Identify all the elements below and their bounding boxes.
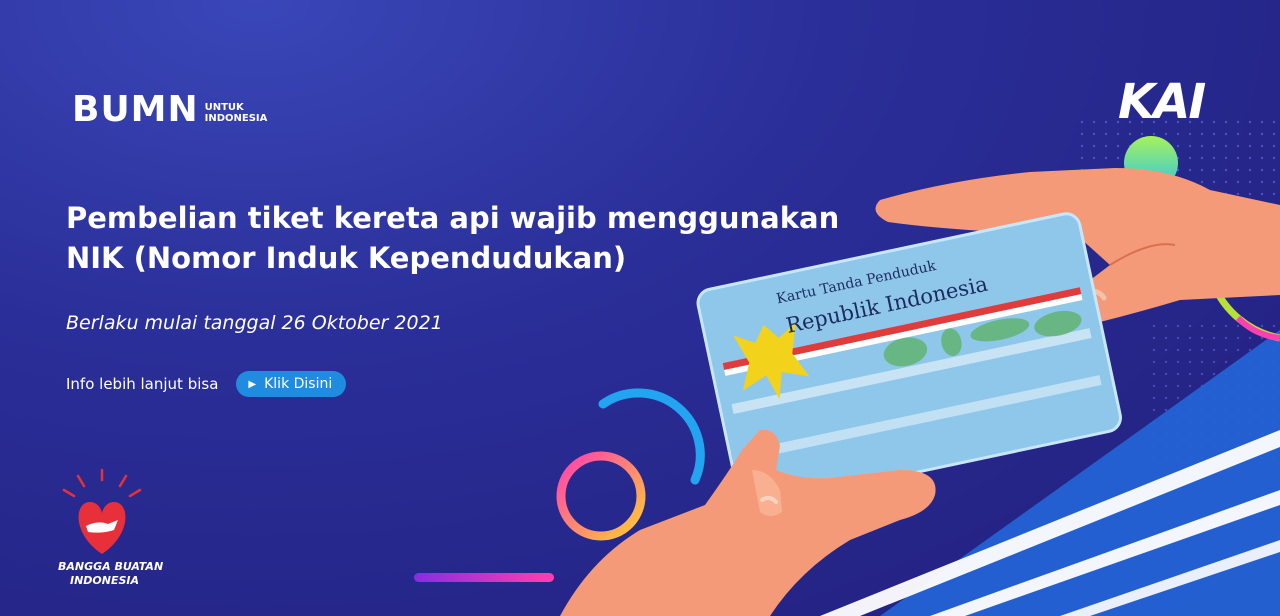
- klik-disini-label: Klik Disini: [264, 376, 333, 392]
- bangga-line1: BANGGA BUATAN: [58, 560, 163, 573]
- bangga-line2: INDONESIA: [70, 574, 139, 587]
- bumn-logo: BUMN UNTUK INDONESIA: [72, 92, 267, 128]
- bumn-tagline: UNTUK INDONESIA: [205, 102, 268, 125]
- headline-line2: NIK (Nomor Induk Kependudukan): [66, 241, 627, 276]
- headline: Pembelian tiket kereta api wajib menggun…: [66, 198, 886, 278]
- bumn-wordmark: BUMN: [72, 89, 199, 130]
- blue-arc: [598, 388, 705, 485]
- bangga-buatan-indonesia-logo: BANGGA BUATAN INDONESIA: [52, 468, 182, 588]
- cta-row: Info lebih lanjut bisa ▶ Klik Disini: [66, 371, 347, 397]
- cta-text: Info lebih lanjut bisa: [66, 375, 219, 393]
- play-arrow-icon: ▶: [248, 378, 257, 390]
- pink-ring: [556, 451, 646, 541]
- klik-disini-button[interactable]: ▶ Klik Disini: [236, 371, 347, 397]
- bumn-tagline-line2: INDONESIA: [204, 113, 268, 124]
- bumn-tagline-line1: UNTUK: [204, 101, 244, 113]
- promo-banner: Kartu Tanda Penduduk Republik Indonesia …: [0, 0, 1280, 616]
- heart-icon: BANGGA BUATAN INDONESIA: [58, 468, 163, 587]
- purple-bar: [414, 573, 554, 582]
- effective-date: Berlaku mulai tanggal 26 Oktober 2021: [66, 312, 443, 334]
- headline-line1: Pembelian tiket kereta api wajib menggun…: [66, 201, 840, 235]
- kai-logo: KAI: [1118, 74, 1206, 130]
